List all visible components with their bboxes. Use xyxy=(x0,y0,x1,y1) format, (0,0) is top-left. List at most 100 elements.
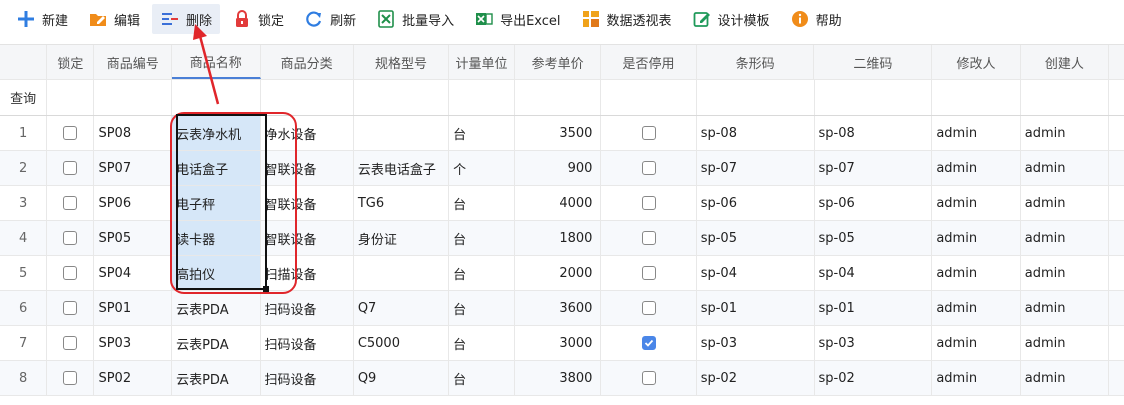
cell-barcode[interactable]: sp-01 xyxy=(697,291,815,325)
cell-modifier[interactable]: admin xyxy=(932,291,1021,325)
checkbox[interactable] xyxy=(63,126,78,140)
cell-name[interactable]: 云表PDA xyxy=(172,326,261,360)
header-barcode[interactable]: 条形码 xyxy=(697,45,815,79)
header-disabled[interactable]: 是否停用 xyxy=(601,45,697,79)
selection-fill-handle[interactable] xyxy=(263,286,269,292)
row-disabled-checkbox[interactable] xyxy=(601,186,697,220)
cell-qrcode[interactable]: sp-04 xyxy=(815,256,933,290)
cell-creator[interactable]: admin xyxy=(1021,256,1110,290)
cell-barcode[interactable]: sp-07 xyxy=(697,151,815,185)
cell-qrcode[interactable]: sp-06 xyxy=(815,186,933,220)
checkbox[interactable] xyxy=(641,196,656,210)
table-row[interactable]: 3 SP06 电子秤 智联设备 TG6 台 4000 sp-06 sp-06 admin admin xyxy=(0,186,1124,221)
cell-modifier[interactable]: admin xyxy=(932,361,1021,395)
table-row[interactable]: 4 SP05 读卡器 智联设备 身份证台 1800 sp-05 sp-05 admin admin xyxy=(0,221,1124,256)
checkbox[interactable] xyxy=(641,161,656,175)
cell-creator[interactable]: admin xyxy=(1021,221,1110,255)
edit-button[interactable]: 编辑 xyxy=(80,4,148,34)
cell-name[interactable]: 读卡器 xyxy=(172,221,261,255)
delete-button[interactable]: 删除 xyxy=(152,4,221,34)
query-unit-input[interactable] xyxy=(449,80,515,115)
table-row[interactable]: 7 SP03 云表PDA 扫码设备 C5000 台 3000 sp-03 sp-03 admin a… xyxy=(0,326,1124,361)
cell-name[interactable]: 电话盒子 xyxy=(172,151,261,185)
cell-price[interactable]: 3500 xyxy=(515,116,602,150)
cell-unit[interactable]: 台 xyxy=(449,361,515,395)
cell-price[interactable]: 3800 xyxy=(515,361,602,395)
row-lock-checkbox[interactable] xyxy=(47,186,95,220)
lock-button[interactable]: 锁定 xyxy=(224,4,292,34)
cell-qrcode[interactable]: sp-02 xyxy=(815,361,933,395)
query-name-input[interactable] xyxy=(172,80,261,115)
cell-barcode[interactable]: sp-04 xyxy=(697,256,815,290)
row-disabled-checkbox[interactable] xyxy=(601,361,697,395)
table-row[interactable]: 5 SP04 高拍仪 扫描设备台 2000 sp-04 sp-04 admin admin xyxy=(0,256,1124,291)
cell-qrcode[interactable]: sp-03 xyxy=(815,326,933,360)
cell-unit[interactable]: 台 xyxy=(449,186,515,220)
row-lock-checkbox[interactable] xyxy=(47,326,95,360)
cell-spec[interactable]: Q9 xyxy=(354,361,450,395)
cell-code[interactable]: SP04 xyxy=(94,256,173,290)
cell-qrcode[interactable]: sp-01 xyxy=(815,291,933,325)
cell-category[interactable]: 扫码设备 xyxy=(261,291,354,325)
header-lock[interactable]: 锁定 xyxy=(47,45,95,79)
query-code-input[interactable] xyxy=(94,80,173,115)
row-lock-checkbox[interactable] xyxy=(47,151,95,185)
cell-price[interactable]: 4000 xyxy=(515,186,602,220)
cell-barcode[interactable]: sp-06 xyxy=(697,186,815,220)
checkbox[interactable] xyxy=(63,301,78,315)
cell-name[interactable]: 云表PDA xyxy=(172,361,261,395)
query-qrcode-input[interactable] xyxy=(815,80,933,115)
cell-unit[interactable]: 台 xyxy=(449,221,515,255)
table-row[interactable]: 1 SP08 云表净水机 净水设备台 3500 sp-08 sp-08 admin admin xyxy=(0,116,1124,151)
header-spec[interactable]: 规格型号 xyxy=(354,45,450,79)
cell-code[interactable]: SP05 xyxy=(94,221,173,255)
row-lock-checkbox[interactable] xyxy=(47,116,95,150)
cell-name[interactable]: 高拍仪 xyxy=(172,256,261,290)
cell-qrcode[interactable]: sp-08 xyxy=(815,116,933,150)
cell-creator[interactable]: admin xyxy=(1021,326,1110,360)
cell-price[interactable]: 900 xyxy=(515,151,602,185)
cell-qrcode[interactable]: sp-07 xyxy=(815,151,933,185)
header-modifier[interactable]: 修改人 xyxy=(932,45,1021,79)
row-disabled-checkbox[interactable] xyxy=(601,291,697,325)
cell-qrcode[interactable]: sp-05 xyxy=(815,221,933,255)
row-disabled-checkbox[interactable] xyxy=(601,221,697,255)
cell-spec[interactable]: 身份证 xyxy=(354,221,450,255)
cell-unit[interactable]: 台 xyxy=(449,326,515,360)
cell-unit[interactable]: 个 xyxy=(449,151,515,185)
cell-creator[interactable]: admin xyxy=(1021,291,1110,325)
header-qrcode[interactable]: 二维码 xyxy=(814,45,933,79)
cell-code[interactable]: SP02 xyxy=(94,361,173,395)
checkbox[interactable] xyxy=(63,196,78,210)
cell-category[interactable]: 扫码设备 xyxy=(261,361,354,395)
row-lock-checkbox[interactable] xyxy=(47,221,95,255)
cell-price[interactable]: 1800 xyxy=(515,221,602,255)
cell-creator[interactable]: admin xyxy=(1021,361,1110,395)
cell-code[interactable]: SP06 xyxy=(94,186,173,220)
cell-creator[interactable]: admin xyxy=(1021,116,1110,150)
checkbox-checked[interactable] xyxy=(641,336,656,350)
cell-unit[interactable]: 台 xyxy=(449,116,515,150)
checkbox[interactable] xyxy=(641,301,656,315)
cell-barcode[interactable]: sp-05 xyxy=(697,221,815,255)
cell-creator[interactable]: admin xyxy=(1021,151,1110,185)
design-template-button[interactable]: 设计模板 xyxy=(684,4,778,34)
export-excel-button[interactable]: 导出Excel xyxy=(466,4,568,34)
cell-category[interactable]: 智联设备 xyxy=(261,186,354,220)
row-lock-checkbox[interactable] xyxy=(47,361,95,395)
header-creator[interactable]: 创建人 xyxy=(1021,45,1110,79)
cell-modifier[interactable]: admin xyxy=(932,256,1021,290)
checkbox[interactable] xyxy=(641,126,656,140)
cell-spec[interactable]: Q7 xyxy=(354,291,450,325)
cell-barcode[interactable]: sp-08 xyxy=(697,116,815,150)
header-code[interactable]: 商品编号 xyxy=(94,45,173,79)
cell-code[interactable]: SP07 xyxy=(94,151,173,185)
cell-name[interactable]: 云表净水机 xyxy=(172,116,261,150)
cell-barcode[interactable]: sp-02 xyxy=(697,361,815,395)
pivot-table-button[interactable]: 数据透视表 xyxy=(573,4,680,34)
cell-category[interactable]: 智联设备 xyxy=(261,151,354,185)
cell-modifier[interactable]: admin xyxy=(932,151,1021,185)
query-barcode-input[interactable] xyxy=(697,80,815,115)
cell-spec[interactable]: TG6 xyxy=(354,186,450,220)
header-category[interactable]: 商品分类 xyxy=(261,45,354,79)
